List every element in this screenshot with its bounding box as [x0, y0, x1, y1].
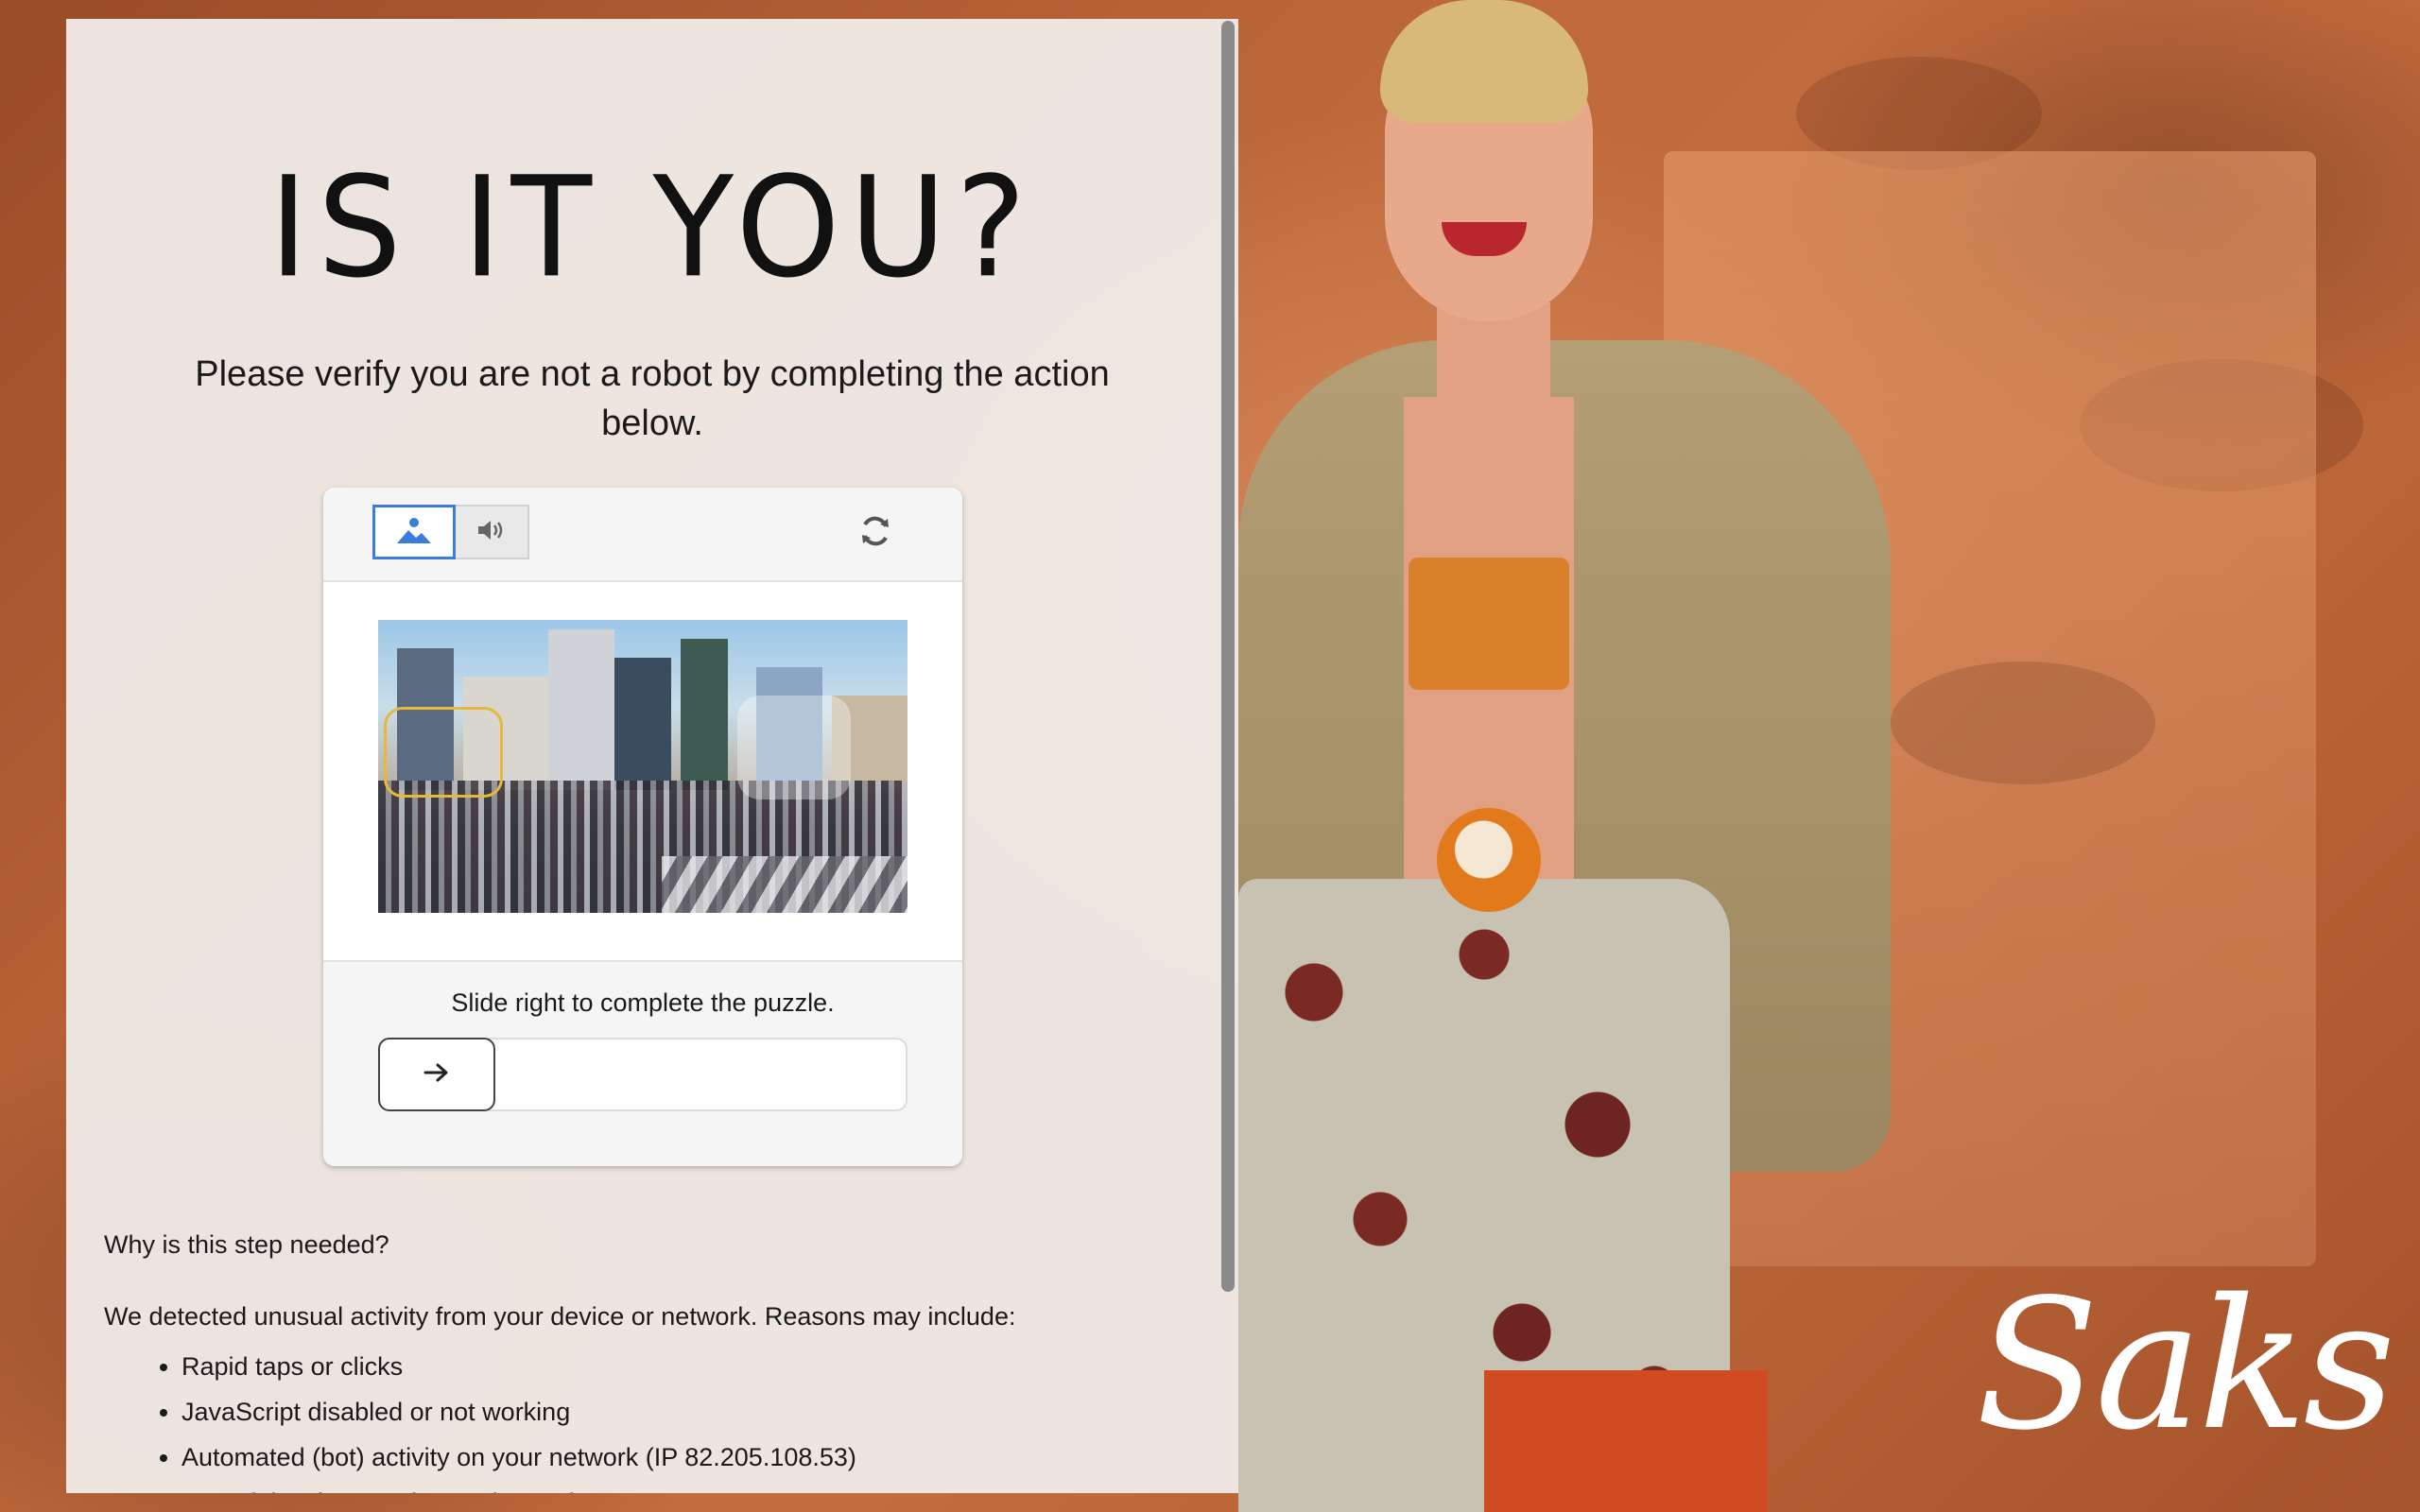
captcha-slider-area: Slide right to complete the puzzle.	[323, 960, 962, 1166]
arrow-right-icon	[423, 1062, 451, 1088]
captcha-widget: Slide right to complete the puzzle.	[323, 488, 962, 1166]
saks-logo: Saks	[1976, 1261, 2395, 1469]
model-figure	[1238, 0, 1919, 1512]
building	[614, 658, 671, 790]
refresh-icon	[857, 513, 893, 554]
crosswalk	[662, 856, 908, 913]
lace-hem	[1484, 1370, 1768, 1512]
puzzle-piece-outline	[384, 707, 503, 798]
speaker-icon	[475, 517, 508, 548]
slider-instruction: Slide right to complete the puzzle.	[451, 988, 835, 1017]
list-item: Use of developer or inspection tools	[182, 1480, 856, 1493]
page-title: IS IT YOU?	[268, 146, 1036, 310]
bra-top	[1409, 558, 1569, 690]
captcha-toolbar	[323, 488, 962, 582]
scrollbar[interactable]	[1221, 21, 1235, 1292]
verification-panel: IS IT YOU? Please verify you are not a r…	[66, 19, 1238, 1493]
why-heading: Why is this step needed?	[104, 1230, 389, 1259]
slider-handle[interactable]	[378, 1038, 495, 1111]
building	[548, 629, 614, 790]
list-item: Automated (bot) activity on your network…	[182, 1435, 856, 1480]
leaf-shadow	[1891, 662, 2155, 784]
audio-mode-button[interactable]	[456, 505, 529, 559]
image-mode-button[interactable]	[372, 505, 456, 559]
puzzle-piece-target	[737, 696, 851, 799]
page-subtitle: Please verify you are not a robot by com…	[195, 354, 1110, 443]
refresh-button[interactable]	[855, 512, 896, 554]
building	[681, 639, 728, 790]
list-item: JavaScript disabled or not working	[182, 1389, 856, 1435]
image-icon	[395, 515, 433, 550]
list-item: Rapid taps or clicks	[182, 1344, 856, 1389]
detected-text: We detected unusual activity from your d…	[104, 1302, 1016, 1331]
orange-fruit	[1437, 808, 1541, 912]
puzzle-image	[378, 620, 908, 913]
hair	[1380, 0, 1588, 123]
reasons-list: Rapid taps or clicks JavaScript disabled…	[153, 1344, 856, 1493]
